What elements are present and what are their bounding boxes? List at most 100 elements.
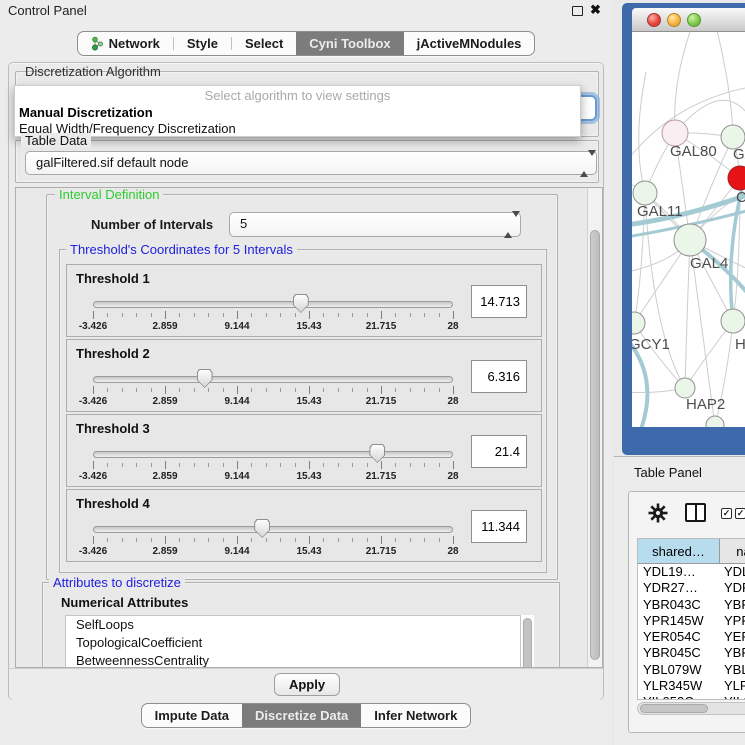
threshold-value-field[interactable]: 6.316 bbox=[471, 360, 527, 393]
gear-icon[interactable] bbox=[647, 502, 669, 524]
table-row[interactable]: YBR045CYBR0 bbox=[638, 645, 745, 661]
tab-style[interactable]: Style bbox=[174, 32, 231, 55]
tick-mark bbox=[266, 388, 267, 392]
tick-mark bbox=[136, 313, 137, 317]
tab-jactivemnodules-label: jActiveMNodules bbox=[417, 36, 522, 51]
slider-track[interactable] bbox=[93, 526, 453, 533]
zoom-window-icon[interactable] bbox=[687, 13, 701, 27]
tick-mark bbox=[424, 538, 425, 542]
table-row[interactable]: YDR27…YDR2 bbox=[638, 580, 745, 596]
slider-track[interactable] bbox=[93, 301, 453, 308]
network-node-green[interactable] bbox=[706, 416, 724, 427]
threshold-coordinates-group: Threshold's Coordinates for 5 Intervals … bbox=[59, 249, 547, 573]
threshold-slider[interactable]: -3.4262.8599.14415.4321.71528 bbox=[91, 293, 457, 333]
column-header-name[interactable]: name bbox=[720, 539, 745, 563]
combo-arrows-icon bbox=[580, 156, 589, 171]
tick-mark bbox=[439, 463, 440, 467]
close-window-icon[interactable] bbox=[647, 13, 661, 27]
network-canvas[interactable]: GAL80GALGAL11CGAL4GCY1HHAP2 bbox=[632, 32, 745, 427]
table-data-combobox[interactable]: galFiltered.sif default node bbox=[25, 151, 597, 175]
network-edge[interactable] bbox=[634, 323, 685, 388]
network-view-window[interactable]: GAL80GALGAL11CGAL4GCY1HHAP2 bbox=[622, 3, 745, 455]
attribute-list-item[interactable]: BetweennessCentrality bbox=[66, 652, 520, 668]
apply-button[interactable]: Apply bbox=[274, 673, 340, 696]
tab-jactivemnodules[interactable]: jActiveMNodules bbox=[404, 32, 535, 55]
float-window-icon[interactable] bbox=[572, 6, 583, 16]
control-panel-title: Control Panel bbox=[8, 3, 87, 18]
tick-label: 9.144 bbox=[224, 321, 249, 332]
tick-mark bbox=[395, 313, 396, 317]
tick-mark bbox=[295, 538, 296, 542]
attributes-list-scrollbar[interactable] bbox=[521, 615, 534, 668]
tick-mark bbox=[223, 538, 224, 542]
table-row[interactable]: YIL053CYIL0 bbox=[638, 694, 745, 700]
network-node-red[interactable] bbox=[728, 166, 745, 190]
tick-label: 15.43 bbox=[296, 321, 321, 332]
close-panel-icon[interactable]: ✖ bbox=[590, 2, 601, 18]
tab-select[interactable]: Select bbox=[232, 32, 296, 55]
tab-infer-network[interactable]: Infer Network bbox=[361, 704, 470, 727]
minimize-window-icon[interactable] bbox=[667, 13, 681, 27]
tab-discretize-data[interactable]: Discretize Data bbox=[242, 704, 361, 727]
numerical-attributes-label: Numerical Attributes bbox=[61, 595, 188, 610]
tick-mark bbox=[107, 313, 108, 317]
cell-name: YBR0 bbox=[720, 645, 745, 661]
slider-track[interactable] bbox=[93, 451, 453, 458]
network-window-titlebar[interactable] bbox=[632, 8, 745, 32]
tick-mark bbox=[93, 386, 94, 394]
number-of-intervals-combobox[interactable]: 5 bbox=[229, 212, 521, 237]
select-all-checkbox-icon[interactable]: ✓ bbox=[721, 508, 732, 519]
network-node-label: GAL11 bbox=[637, 203, 683, 220]
tick-mark bbox=[266, 538, 267, 542]
table-row[interactable]: YER054CYER0 bbox=[638, 629, 745, 645]
threshold-value-field[interactable]: 14.713 bbox=[471, 285, 527, 318]
threshold-value-field[interactable]: 11.344 bbox=[471, 510, 527, 543]
tab-network[interactable]: Network bbox=[78, 32, 173, 55]
threshold-label: Threshold 1 bbox=[76, 271, 150, 286]
threshold-slider[interactable]: -3.4262.8599.14415.4321.71528 bbox=[91, 518, 457, 558]
attribute-list-item[interactable]: SelfLoops bbox=[66, 616, 520, 634]
tick-mark bbox=[439, 538, 440, 542]
network-node-green[interactable] bbox=[675, 378, 695, 398]
tick-label: 2.859 bbox=[152, 396, 177, 407]
settings-vertical-scrollbar[interactable] bbox=[587, 188, 602, 667]
network-graph[interactable]: GAL80GALGAL11CGAL4GCY1HHAP2 bbox=[632, 32, 745, 427]
network-node-green[interactable] bbox=[632, 312, 645, 334]
tick-label: 15.43 bbox=[296, 471, 321, 482]
show-columns-icon[interactable] bbox=[685, 503, 706, 522]
network-node-green[interactable] bbox=[633, 181, 657, 205]
cell-shared-name: YPR145W bbox=[638, 613, 720, 629]
tab-cyni-toolbox-label: Cyni Toolbox bbox=[309, 36, 390, 51]
table-rows: YDL19…YDL1YDR27…YDR2YBR043CYBR0YPR145WYP… bbox=[638, 564, 745, 700]
network-node-green[interactable] bbox=[674, 224, 706, 256]
table-row[interactable]: YDL19…YDL1 bbox=[638, 564, 745, 580]
dropdown-option-manual-discretization[interactable]: Manual Discretization bbox=[15, 104, 580, 121]
slider-track[interactable] bbox=[93, 376, 453, 383]
tick-mark bbox=[323, 538, 324, 542]
table-row[interactable]: YLR345WYLR3 bbox=[638, 678, 745, 694]
tab-cyni-toolbox[interactable]: Cyni Toolbox bbox=[296, 32, 403, 55]
attribute-list-item[interactable]: TopologicalCoefficient bbox=[66, 634, 520, 652]
network-node-green[interactable] bbox=[721, 309, 745, 333]
control-panel: Control Panel ✖ Network Style Select Cyn… bbox=[0, 0, 612, 745]
table-row[interactable]: YBL079WYBL0 bbox=[638, 662, 745, 678]
table-row[interactable]: YBR043CYBR0 bbox=[638, 597, 745, 613]
threshold-slider[interactable]: -3.4262.8599.14415.4321.71528 bbox=[91, 368, 457, 408]
table-horizontal-scrollbar[interactable] bbox=[637, 702, 745, 715]
dropdown-prompt-option[interactable]: Select algorithm to view settings bbox=[15, 87, 580, 104]
tick-mark bbox=[352, 388, 353, 392]
table-row[interactable]: YPR145WYPR1 bbox=[638, 613, 745, 629]
control-panel-tabbar: Network Style Select Cyni Toolbox jActiv… bbox=[0, 31, 612, 56]
column-header-shared-name[interactable]: shared… bbox=[638, 539, 720, 563]
slider-thumb-face bbox=[198, 370, 212, 387]
tick-mark bbox=[381, 311, 382, 319]
threshold-slider[interactable]: -3.4262.8599.14415.4321.71528 bbox=[91, 443, 457, 483]
threshold-value-field[interactable]: 21.4 bbox=[471, 435, 527, 468]
dropdown-option-equal-width-frequency[interactable]: Equal Width/Frequency Discretization bbox=[15, 120, 580, 137]
cell-shared-name: YER054C bbox=[638, 629, 720, 645]
network-edge[interactable] bbox=[716, 32, 733, 137]
tick-mark bbox=[122, 463, 123, 467]
tab-impute-data[interactable]: Impute Data bbox=[142, 704, 242, 727]
network-edge[interactable] bbox=[639, 72, 646, 193]
unselect-all-checkbox-icon[interactable]: ✓ bbox=[735, 508, 745, 519]
